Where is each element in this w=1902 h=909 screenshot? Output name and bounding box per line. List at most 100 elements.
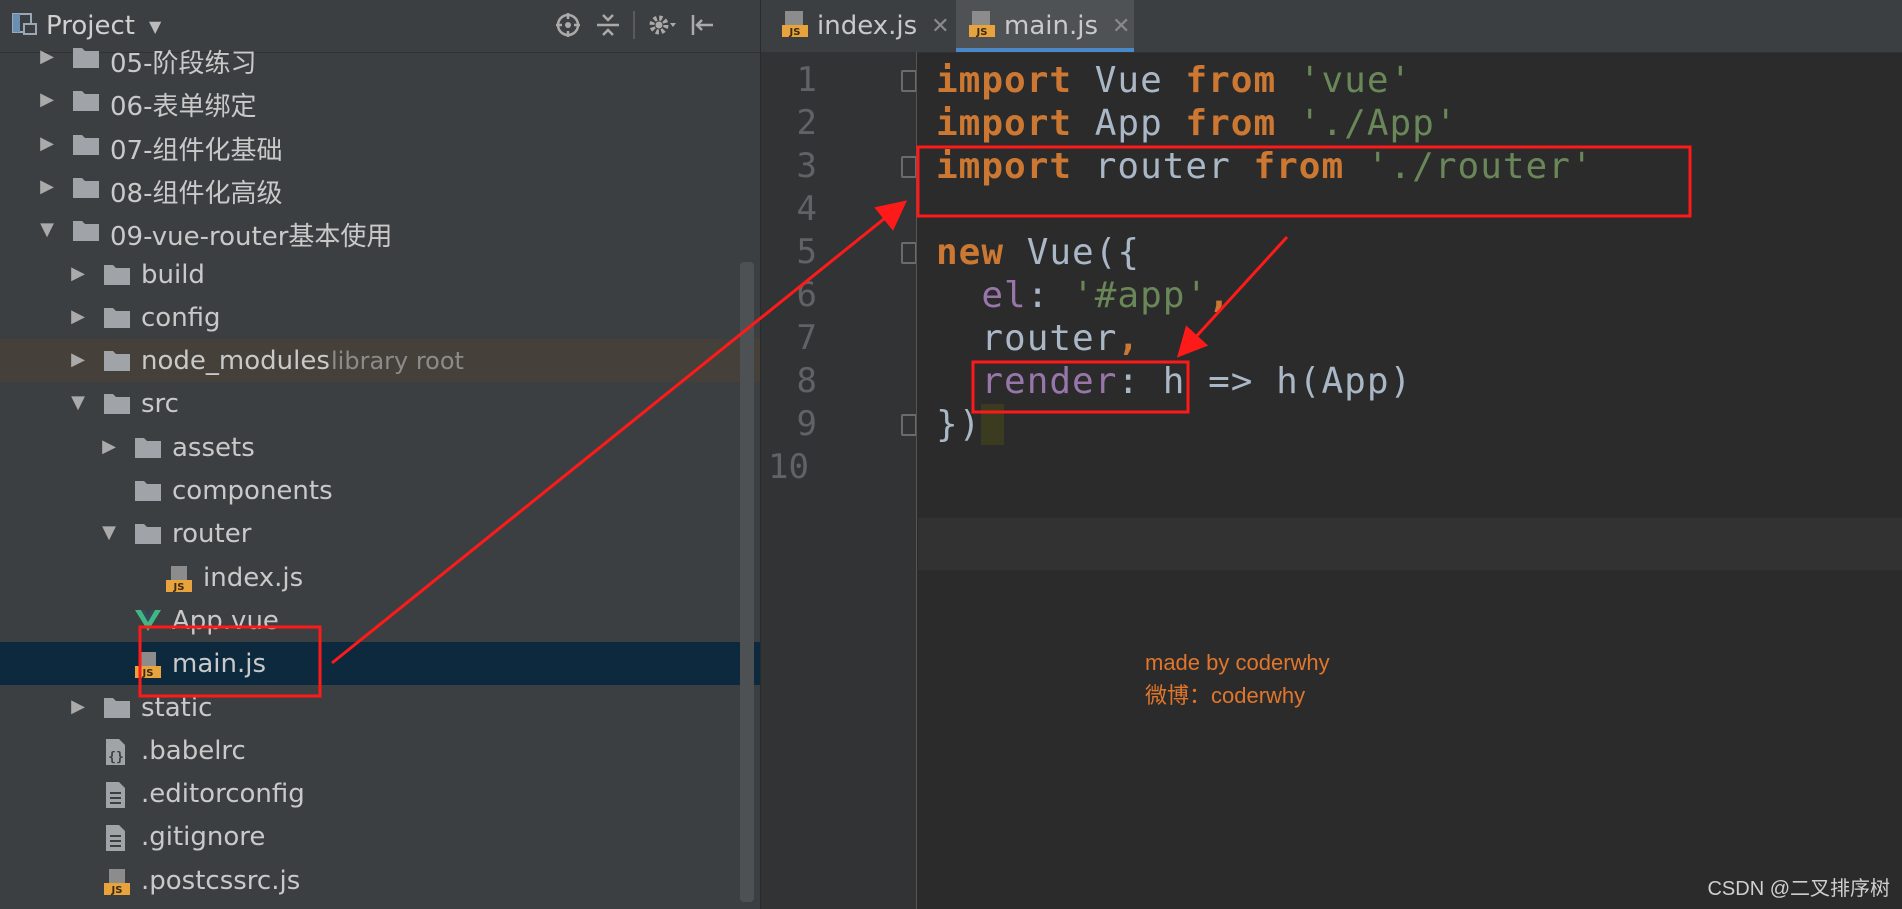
folder-icon — [103, 305, 131, 331]
editor-tab-bar: JS index.js ✕ JS main.js ✕ — [761, 0, 1902, 53]
expand-arrow-down-icon[interactable]: ▼ — [37, 220, 57, 240]
current-line-highlight — [918, 518, 1902, 570]
expand-arrow-right-icon[interactable]: ▶ — [37, 133, 57, 154]
tree-item-label: .editorconfig — [141, 779, 305, 810]
tree-item[interactable]: ▼ router — [0, 512, 760, 555]
chevron-down-icon[interactable]: ▼ — [149, 17, 161, 36]
folder-icon — [72, 88, 100, 114]
fold-marker-icon[interactable] — [901, 414, 917, 436]
code-token: : h => h(App) — [1117, 361, 1413, 402]
tree-item[interactable]: ▶ build — [0, 253, 760, 296]
tree-item-label: main.js — [172, 649, 266, 680]
tree-item-label: src — [141, 389, 179, 420]
tree-item-label: config — [141, 302, 221, 333]
close-icon[interactable]: ✕ — [931, 14, 949, 39]
tree-item[interactable]: .gitignore — [0, 815, 760, 858]
expand-arrow-right-icon[interactable]: ▶ — [37, 47, 57, 67]
tree-item[interactable]: components — [0, 469, 760, 512]
tree-item-label: router — [172, 519, 252, 550]
code-token: import — [936, 103, 1073, 144]
expand-arrow-right-icon[interactable]: ▶ — [37, 90, 57, 110]
tree-item[interactable]: {} .babelrc — [0, 729, 760, 772]
folder-icon — [134, 521, 162, 547]
code-editor: JS index.js ✕ JS main.js ✕ 1 2 3 4 5 6 7 8 9 10 i… — [761, 0, 1902, 909]
svg-text:JS: JS — [976, 27, 988, 38]
code-token: import — [936, 60, 1073, 101]
folder-icon — [103, 695, 131, 721]
code-line: import router from './router' — [936, 146, 1594, 198]
svg-text:JS: JS — [173, 582, 185, 593]
expand-arrow-right-icon[interactable]: ▶ — [68, 696, 88, 717]
tree-item[interactable]: ▶ node_modules library root — [0, 339, 760, 383]
tree-item[interactable]: ▶ config — [0, 296, 760, 339]
line-number: 2 — [796, 103, 817, 143]
line-number: 5 — [796, 232, 817, 272]
config-file-icon: {} — [103, 738, 131, 765]
expand-arrow-right-icon[interactable]: ▶ — [37, 176, 57, 197]
code-token: render — [981, 361, 1118, 402]
tree-item[interactable]: .editorconfig — [0, 772, 760, 815]
expand-arrow-right-icon[interactable]: ▶ — [99, 436, 119, 457]
code-token: from — [1185, 60, 1277, 101]
tree-item-label: 06-表单绑定 — [110, 92, 257, 123]
js-file-icon: JS — [781, 10, 809, 42]
tree-item-label: index.js — [203, 562, 304, 593]
js-file-icon: JS — [165, 565, 193, 593]
watermark-line-2: 微博：coderwhy — [1145, 683, 1306, 708]
project-panel: Project ▼ ▶ 05-阶段练习 ▶ 06-表单绑定 ▶ 07-组件化基础 ▶ 08-组… — [0, 0, 761, 909]
tree-item-hint: library root — [331, 347, 464, 376]
tree-item[interactable]: ▶ static — [0, 686, 760, 729]
fold-marker-icon[interactable] — [901, 156, 917, 178]
tree-item-label: components — [172, 476, 333, 506]
folder-icon — [72, 45, 100, 71]
project-file-tree: ▶ 05-阶段练习 ▶ 06-表单绑定 ▶ 07-组件化基础 ▶ 08-组件化高级 ▼ 09-vu… — [0, 47, 760, 909]
expand-arrow-down-icon[interactable]: ▼ — [99, 523, 119, 543]
expand-arrow-down-icon[interactable]: ▼ — [68, 393, 88, 413]
tree-item[interactable]: ▶ assets — [0, 426, 760, 469]
close-icon[interactable]: ✕ — [1112, 14, 1130, 39]
tree-item-label: static — [141, 692, 213, 723]
tree-item[interactable]: ▼ src — [0, 382, 760, 425]
code-token: 'vue' — [1298, 60, 1413, 101]
tree-item-label: 07-组件化基础 — [110, 135, 283, 166]
code-token: from — [1253, 146, 1345, 187]
tree-item[interactable]: ▶ 05-阶段练习 — [0, 36, 760, 80]
line-number: 9 — [796, 404, 817, 444]
code-token: Vue — [1072, 60, 1186, 101]
code-token: router — [936, 318, 1118, 359]
code-token: from — [1185, 103, 1277, 144]
tab-index-js[interactable]: JS index.js ✕ — [781, 0, 950, 52]
project-tree-scrollbar[interactable] — [740, 262, 754, 902]
tab-label: main.js — [1004, 11, 1098, 41]
line-number: 10 — [768, 447, 809, 487]
tree-item[interactable]: ▼ 09-vue-router基本使用 — [0, 209, 760, 253]
code-token: , — [1117, 318, 1141, 359]
tree-item-label: 08-组件化高级 — [110, 178, 283, 209]
line-number: 7 — [796, 318, 817, 358]
tree-item[interactable]: ▶ 06-表单绑定 — [0, 79, 760, 123]
code-token: : — [1026, 275, 1073, 316]
folder-icon — [72, 132, 100, 158]
code-token: '#app' — [1072, 275, 1209, 316]
fold-marker-icon[interactable] — [901, 70, 917, 92]
expand-arrow-right-icon[interactable]: ▶ — [68, 263, 88, 284]
tree-item[interactable]: JS index.js — [0, 556, 760, 599]
tree-item[interactable]: ▶ 08-组件化高级 — [0, 166, 760, 209]
text-file-icon — [103, 824, 131, 852]
code-token: new — [936, 232, 1005, 273]
tree-item-label: 09-vue-router基本使用 — [110, 222, 393, 253]
code-line: }) — [936, 404, 1005, 456]
tab-main-js[interactable]: JS main.js ✕ — [956, 0, 1134, 52]
tree-item[interactable]: ▶ 07-组件化基础 — [0, 123, 760, 166]
line-number: 6 — [796, 275, 817, 315]
tree-item[interactable]: JS .postcssrc.js — [0, 859, 760, 902]
tree-item[interactable]: App.vue — [0, 599, 760, 642]
fold-marker-icon[interactable] — [901, 242, 917, 264]
expand-arrow-right-icon[interactable]: ▶ — [68, 350, 88, 370]
tree-item[interactable]: JS main.js — [0, 642, 760, 686]
code-token: router — [1072, 146, 1254, 187]
expand-arrow-right-icon[interactable]: ▶ — [68, 306, 88, 327]
